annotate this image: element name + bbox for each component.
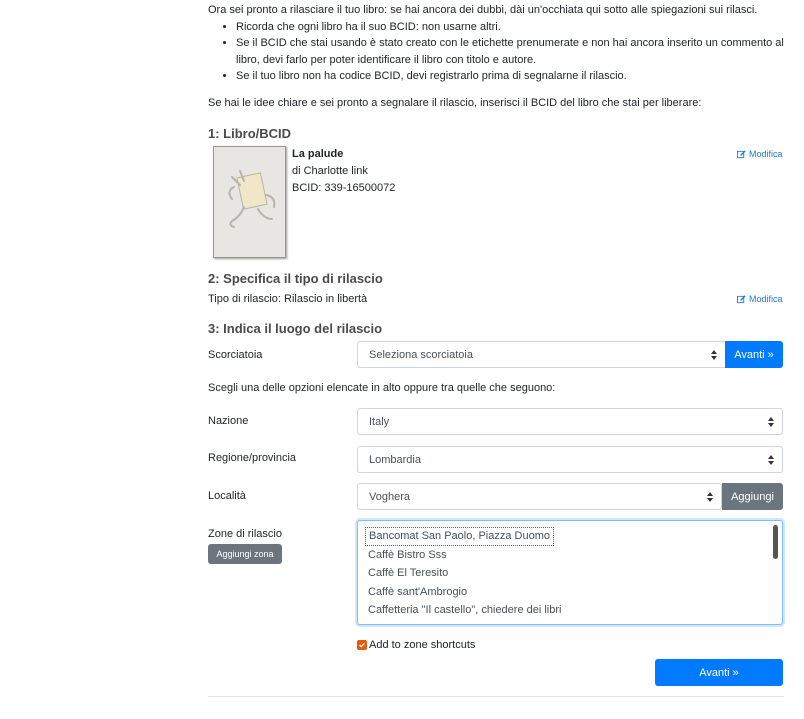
add-zone-button[interactable]: Aggiungi zona (208, 544, 282, 564)
edit-icon (737, 149, 746, 158)
shortcut-select-value: Seleziona scorciatoia (369, 348, 473, 361)
section-3-heading: 3: Indica il luogo del rilascio (208, 321, 383, 336)
region-select[interactable]: Lombardia (357, 446, 783, 473)
country-select-value: Italy (369, 415, 390, 428)
zone-option[interactable]: Caffè sant'Ambrogio (368, 584, 467, 601)
intro-line-2: Se hai le idee chiare e sei pronto a seg… (208, 96, 702, 109)
divider (208, 696, 784, 697)
zone-option[interactable]: Bancomat San Paolo, Piazza Duomo (365, 527, 554, 546)
edit-release-type-link[interactable]: Modifica (737, 294, 783, 304)
locality-select[interactable]: Voghera (357, 483, 722, 510)
zone-option[interactable]: Caffè Bistro Sss (368, 547, 447, 564)
add-locality-button[interactable]: Aggiungi (722, 483, 783, 510)
shortcut-avanti-button[interactable]: Avanti » (725, 341, 783, 368)
region-label: Regione/provincia (208, 452, 297, 464)
book-author: di Charlotte link (292, 165, 368, 177)
submit-avanti-button[interactable]: Avanti » (655, 659, 783, 686)
country-select[interactable]: Italy (357, 408, 783, 435)
book-cover-image (213, 146, 286, 258)
book-title: La palude (292, 148, 344, 160)
release-zones-label: Zone di rilascio (208, 528, 282, 540)
book-bcid: BCID: 339-16500072 (292, 182, 396, 194)
intro-bullet: Ricorda che ogni libro ha il suo BCID: n… (236, 19, 788, 36)
section-2-heading: 2: Specifica il tipo di rilascio (208, 271, 383, 286)
listbox-scrollbar[interactable] (773, 525, 778, 559)
release-zones-listbox[interactable]: Bancomat San Paolo, Piazza Duomo Caffè B… (357, 520, 783, 625)
intro-bullet: Se il BCID che stai usando è stato creat… (236, 35, 788, 68)
edit-book-link[interactable]: Modifica (737, 149, 783, 159)
edit-release-type-label: Modifica (749, 294, 783, 304)
region-select-value: Lombardia (369, 453, 421, 466)
select-arrows-icon (706, 490, 713, 503)
zone-option[interactable]: Caffetteria "Il castello", chiedere dei … (368, 602, 561, 619)
select-arrows-icon (767, 415, 774, 428)
intro-bullets: Ricorda che ogni libro ha il suo BCID: n… (208, 19, 788, 85)
shortcut-label: Scorciatoia (208, 349, 263, 361)
country-label: Nazione (208, 415, 249, 427)
zone-shortcut-checkbox[interactable] (357, 640, 367, 650)
intro-text: Ora sei pronto a rilasciare il tuo libro… (208, 2, 788, 111)
book-placeholder-icon (228, 170, 276, 228)
release-type-text: Tipo di rilascio: Rilascio in libertà (208, 293, 368, 305)
options-hint: Scegli una delle opzioni elencate in alt… (208, 382, 556, 394)
intro-line-1: Ora sei pronto a rilasciare il tuo libro… (208, 4, 758, 16)
locality-label: Località (208, 490, 246, 502)
edit-book-label: Modifica (749, 149, 783, 159)
locality-select-value: Voghera (369, 490, 410, 503)
zone-shortcut-label[interactable]: Add to zone shortcuts (369, 639, 475, 651)
checkmark-icon (359, 642, 365, 648)
zone-option[interactable]: Caffè El Teresito (368, 565, 448, 582)
intro-bullet: Se il tuo libro non ha codice BCID, devi… (236, 68, 788, 85)
select-arrows-icon (710, 348, 717, 361)
section-1-heading: 1: Libro/BCID (208, 126, 292, 141)
shortcut-select[interactable]: Seleziona scorciatoia (357, 341, 726, 368)
select-arrows-icon (767, 453, 774, 466)
edit-icon (737, 294, 746, 303)
